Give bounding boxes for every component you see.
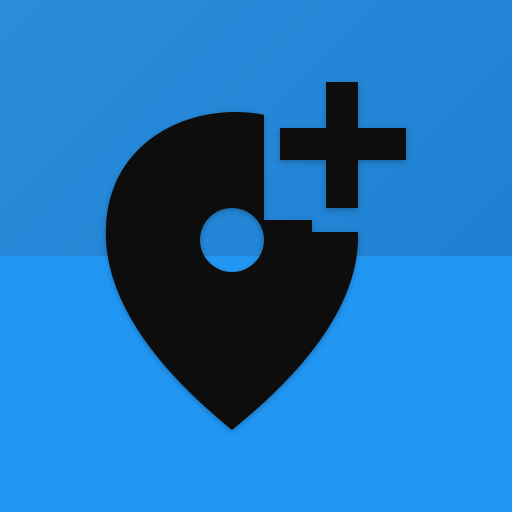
glyph-layer [105, 82, 406, 431]
add-location-app-icon [0, 0, 512, 512]
